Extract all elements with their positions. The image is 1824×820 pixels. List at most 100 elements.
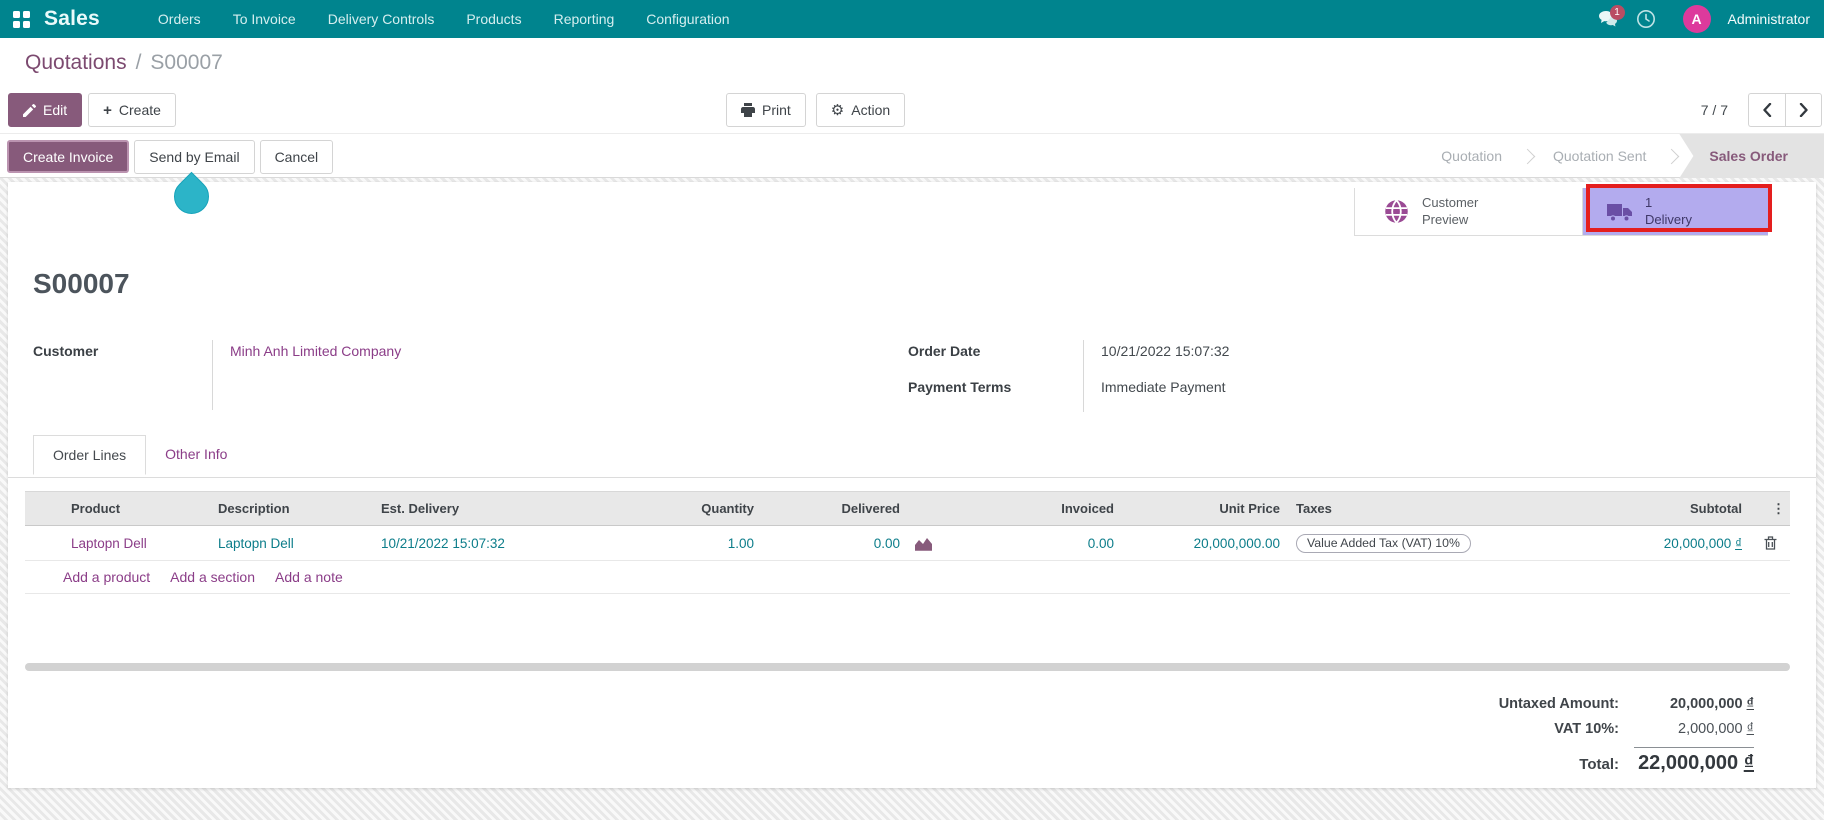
delivery-smart-button[interactable]: 1 Delivery	[1582, 188, 1768, 235]
table-header-row: Product Description Est. Delivery Quanti…	[25, 492, 1790, 526]
tab-order-lines[interactable]: Order Lines	[33, 435, 146, 475]
pager-previous-button[interactable]	[1748, 93, 1785, 127]
col-invoiced[interactable]: Invoiced	[955, 492, 1122, 526]
content-area: Customer Preview 1 Delivery	[0, 178, 1824, 820]
print-button[interactable]: Print	[726, 93, 806, 127]
col-est-delivery[interactable]: Est. Delivery	[373, 492, 625, 526]
add-a-product-link[interactable]: Add a product	[63, 569, 150, 585]
user-name[interactable]: Administrator	[1728, 11, 1810, 27]
total-label: Total:	[1579, 752, 1619, 777]
stage-quotation-sent[interactable]: Quotation Sent	[1535, 134, 1664, 178]
customer-preview-button[interactable]: Customer Preview	[1354, 188, 1582, 235]
cell-product[interactable]: Laptopn Dell	[63, 526, 210, 561]
customer-value[interactable]: Minh Anh Limited Company	[213, 340, 633, 376]
breadcrumb-divider: /	[136, 51, 142, 75]
user-avatar[interactable]: A	[1683, 5, 1711, 33]
vat-value: 2,000,000 ₫	[1619, 717, 1754, 742]
delivery-count: 1	[1645, 195, 1692, 212]
add-a-note-link[interactable]: Add a note	[275, 569, 343, 585]
create-button[interactable]: + Create	[88, 93, 176, 127]
currency-symbol: ₫	[1735, 536, 1742, 551]
printer-icon	[741, 103, 755, 117]
vat-label: VAT 10%:	[1554, 717, 1619, 742]
untaxed-amount-label: Untaxed Amount:	[1499, 692, 1619, 717]
order-lines-table: Product Description Est. Delivery Quanti…	[25, 491, 1790, 561]
tax-tag[interactable]: Value Added Tax (VAT) 10%	[1296, 534, 1471, 553]
chevron-right-icon	[1799, 103, 1809, 117]
apps-menu-icon[interactable]	[13, 11, 30, 28]
delete-row-icon[interactable]	[1750, 526, 1790, 561]
col-subtotal[interactable]: Subtotal	[1565, 492, 1750, 526]
col-forecast	[908, 492, 955, 526]
systray: 1 A Administrator	[1593, 4, 1824, 34]
field-group-right: Order Date Payment Terms 10/21/2022 15:0…	[908, 340, 1444, 412]
customer-label: Customer	[33, 340, 212, 376]
payment-terms-label: Payment Terms	[908, 376, 1083, 412]
col-taxes[interactable]: Taxes	[1288, 492, 1565, 526]
pager-count: 7 / 7	[1701, 102, 1728, 118]
odoo-sales-window: Sales Orders To Invoice Delivery Control…	[0, 0, 1824, 820]
breadcrumb-quotations[interactable]: Quotations	[25, 51, 127, 75]
stage-quotation[interactable]: Quotation	[1423, 134, 1520, 178]
messages-icon[interactable]: 1	[1593, 4, 1623, 34]
cell-subtotal: 20,000,000 ₫	[1565, 526, 1750, 561]
notebook-tabs: Order Lines Other Info	[33, 435, 246, 474]
tab-other-info[interactable]: Other Info	[146, 435, 246, 474]
cell-est-delivery[interactable]: 10/21/2022 15:07:32	[373, 526, 625, 561]
forecast-chart-icon[interactable]	[908, 526, 955, 561]
cell-delivered[interactable]: 0.00	[762, 526, 908, 561]
col-unit-price[interactable]: Unit Price	[1122, 492, 1288, 526]
col-description[interactable]: Description	[210, 492, 373, 526]
statusbar: Create Invoice Send by Email Cancel Quot…	[0, 133, 1824, 178]
cell-taxes[interactable]: Value Added Tax (VAT) 10%	[1288, 526, 1565, 561]
menu-orders[interactable]: Orders	[144, 2, 215, 36]
breadcrumb: Quotations / S00007	[0, 38, 1824, 88]
send-by-email-button[interactable]: Send by Email	[134, 140, 254, 174]
tab-divider	[8, 477, 1816, 478]
menu-delivery-controls[interactable]: Delivery Controls	[314, 2, 449, 36]
smart-buttons: Customer Preview 1 Delivery	[1354, 188, 1768, 236]
stage-separator-icon	[1520, 148, 1536, 164]
pager-next-button[interactable]	[1785, 93, 1822, 127]
menu-products[interactable]: Products	[452, 2, 535, 36]
col-product[interactable]: Product	[63, 492, 210, 526]
plus-icon: +	[103, 103, 112, 118]
action-button[interactable]: ⚙ Action	[816, 93, 905, 127]
activities-clock-icon[interactable]	[1631, 4, 1661, 34]
truck-icon	[1607, 202, 1633, 222]
form-sheet: Customer Preview 1 Delivery	[8, 182, 1816, 788]
cell-description[interactable]: Laptopn Dell	[210, 526, 373, 561]
gear-icon: ⚙	[831, 103, 844, 118]
app-title[interactable]: Sales	[44, 7, 100, 31]
table-footer-links: Add a product Add a section Add a note	[25, 560, 1790, 594]
col-delivered[interactable]: Delivered	[762, 492, 908, 526]
row-handle-cell	[25, 526, 63, 561]
cell-invoiced[interactable]: 0.00	[955, 526, 1122, 561]
field-group-left: Customer Minh Anh Limited Company	[33, 340, 633, 410]
totals-divider	[1634, 747, 1754, 748]
cell-quantity[interactable]: 1.00	[625, 526, 762, 561]
pencil-icon	[23, 104, 36, 117]
globe-icon	[1383, 198, 1410, 225]
edit-button[interactable]: Edit	[8, 93, 82, 127]
order-date-value: 10/21/2022 15:07:32	[1084, 340, 1444, 376]
cell-unit-price[interactable]: 20,000,000.00	[1122, 526, 1288, 561]
messages-badge: 1	[1610, 5, 1625, 20]
stage-separator-icon	[1664, 148, 1680, 164]
horizontal-scrollbar[interactable]	[25, 663, 1790, 671]
top-navbar: Sales Orders To Invoice Delivery Control…	[0, 0, 1824, 38]
create-invoice-button[interactable]: Create Invoice	[7, 140, 129, 173]
menu-to-invoice[interactable]: To Invoice	[219, 2, 310, 36]
payment-terms-value: Immediate Payment	[1084, 376, 1444, 412]
main-menu: Orders To Invoice Delivery Controls Prod…	[144, 2, 744, 36]
order-line-row[interactable]: Laptopn Dell Laptopn Dell 10/21/2022 15:…	[25, 526, 1790, 561]
col-quantity[interactable]: Quantity	[625, 492, 762, 526]
menu-reporting[interactable]: Reporting	[540, 2, 629, 36]
cancel-button[interactable]: Cancel	[260, 140, 334, 174]
column-options-icon[interactable]: ⋮	[1750, 492, 1790, 526]
add-a-section-link[interactable]: Add a section	[170, 569, 255, 585]
customer-preview-line2: Preview	[1422, 212, 1478, 229]
stage-sales-order[interactable]: Sales Order	[1679, 134, 1824, 178]
menu-configuration[interactable]: Configuration	[632, 2, 743, 36]
chevron-left-icon	[1762, 103, 1772, 117]
